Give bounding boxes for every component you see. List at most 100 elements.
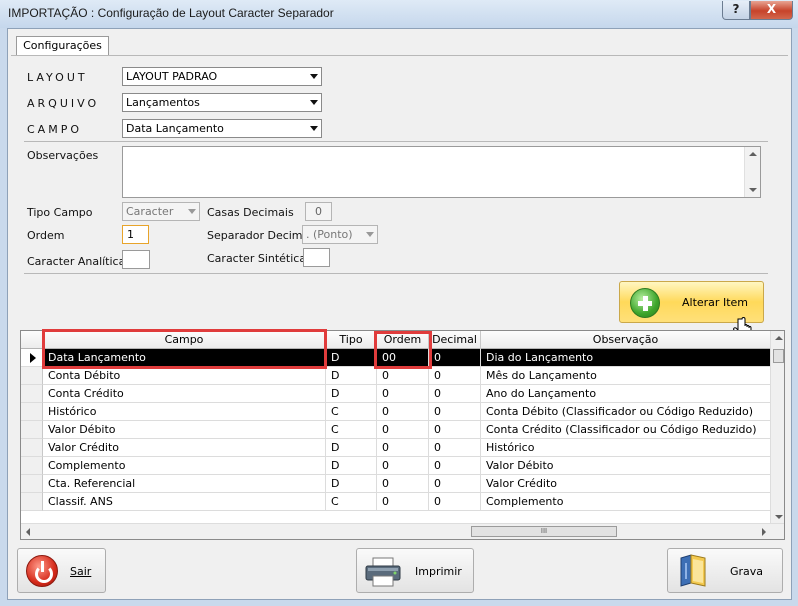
cell-ordem[interactable]: 0 [377, 439, 429, 457]
cell-decimal[interactable]: 0 [429, 421, 481, 439]
cell-campo[interactable]: Complemento [43, 457, 326, 475]
scroll-left-icon[interactable] [26, 528, 30, 536]
table-row[interactable]: Histórico C 0 0 Conta Débito (Classificador … [21, 403, 771, 421]
grid-vertical-scrollbar[interactable] [770, 331, 784, 523]
caracter-sintetica-field[interactable] [303, 248, 330, 267]
cell-observacao[interactable]: Conta Crédito (Classificador ou Código R… [481, 421, 771, 439]
cell-tipo[interactable]: C [326, 403, 377, 421]
cell-ordem[interactable]: 0 [377, 385, 429, 403]
cell-tipo[interactable]: D [326, 475, 377, 493]
cell-decimal[interactable]: 0 [429, 493, 481, 511]
cell-tipo[interactable]: D [326, 385, 377, 403]
cell-ordem[interactable]: 00 [377, 349, 429, 367]
observacoes-textarea[interactable] [122, 146, 761, 198]
campo-dropdown-icon [310, 126, 318, 131]
row-indicator[interactable] [21, 457, 43, 475]
cell-tipo[interactable]: C [326, 421, 377, 439]
arquivo-select[interactable]: Lançamentos [122, 93, 322, 112]
caracter-analitica-field[interactable] [122, 250, 150, 269]
scroll-down-icon[interactable] [749, 188, 757, 192]
cell-tipo[interactable]: D [326, 367, 377, 385]
table-row[interactable]: Valor Débito C 0 0 Conta Crédito (Classifica… [21, 421, 771, 439]
sair-button[interactable]: Sair [17, 548, 106, 593]
row-indicator[interactable] [21, 349, 43, 367]
cell-decimal[interactable]: 0 [429, 385, 481, 403]
campo-select-value: Data Lançamento [126, 122, 224, 135]
cell-ordem[interactable]: 0 [377, 403, 429, 421]
row-indicator[interactable] [21, 403, 43, 421]
separador-decimal-label: Separador Decimal [207, 229, 313, 242]
cell-observacao[interactable]: Valor Crédito [481, 475, 771, 493]
cell-decimal[interactable]: 0 [429, 457, 481, 475]
scroll-right-icon[interactable] [762, 528, 766, 536]
table-row[interactable]: Conta Débito D 0 0 Mês do Lançamento [21, 367, 771, 385]
scroll-down-icon[interactable] [775, 515, 783, 519]
scroll-thumb-horizontal[interactable]: III [471, 526, 617, 537]
cell-observacao[interactable]: Mês do Lançamento [481, 367, 771, 385]
row-indicator[interactable] [21, 367, 43, 385]
cell-campo[interactable]: Valor Crédito [43, 439, 326, 457]
tipo-campo-select[interactable]: Caracter [122, 202, 200, 221]
table-row[interactable]: Conta Crédito D 0 0 Ano do Lançamento [21, 385, 771, 403]
cell-campo[interactable]: Conta Crédito [43, 385, 326, 403]
cell-observacao[interactable]: Valor Débito [481, 457, 771, 475]
cell-observacao[interactable]: Complemento [481, 493, 771, 511]
cell-decimal[interactable]: 0 [429, 403, 481, 421]
cell-observacao[interactable]: Dia do Lançamento [481, 349, 771, 367]
grava-button[interactable]: Grava [667, 548, 783, 593]
tab-configuracoes[interactable]: Configurações [16, 36, 109, 56]
table-row[interactable]: Classif. ANS C 0 0 Complemento [21, 493, 771, 511]
grid-horizontal-scrollbar[interactable]: III [21, 523, 784, 539]
campos-grid[interactable]: Campo Tipo Ordem Decimal Observação Data… [20, 330, 785, 540]
grid-header-campo[interactable]: Campo [43, 331, 326, 349]
ordem-field[interactable]: 1 [122, 225, 149, 244]
casas-decimais-field[interactable]: 0 [305, 202, 332, 221]
cell-observacao[interactable]: Conta Débito (Classificador ou Código Re… [481, 403, 771, 421]
cell-tipo[interactable]: C [326, 493, 377, 511]
table-row[interactable]: Cta. Referencial D 0 0 Valor Crédito [21, 475, 771, 493]
grid-header-decimal[interactable]: Decimal [429, 331, 481, 349]
cell-campo[interactable]: Histórico [43, 403, 326, 421]
cell-ordem[interactable]: 0 [377, 493, 429, 511]
cell-ordem[interactable]: 0 [377, 457, 429, 475]
cell-tipo[interactable]: D [326, 439, 377, 457]
grid-header-ordem[interactable]: Ordem [377, 331, 429, 349]
scroll-up-icon[interactable] [749, 152, 757, 156]
layout-select[interactable]: LAYOUT PADRAO [122, 67, 322, 86]
cell-ordem[interactable]: 0 [377, 475, 429, 493]
table-row[interactable]: Data Lançamento D 00 0 Dia do Lançamento [21, 349, 771, 367]
cell-tipo[interactable]: D [326, 349, 377, 367]
table-row[interactable]: Valor Crédito D 0 0 Histórico [21, 439, 771, 457]
cell-observacao[interactable]: Histórico [481, 439, 771, 457]
row-indicator[interactable] [21, 439, 43, 457]
table-row[interactable]: Complemento D 0 0 Valor Débito [21, 457, 771, 475]
cell-campo[interactable]: Cta. Referencial [43, 475, 326, 493]
help-button[interactable]: ? [722, 1, 750, 20]
observacoes-scrollbar[interactable] [744, 147, 760, 197]
separador-decimal-select[interactable]: . (Ponto) [302, 225, 378, 244]
cell-ordem[interactable]: 0 [377, 421, 429, 439]
row-indicator[interactable] [21, 493, 43, 511]
cell-decimal[interactable]: 0 [429, 349, 481, 367]
cell-campo[interactable]: Valor Débito [43, 421, 326, 439]
cell-decimal[interactable]: 0 [429, 475, 481, 493]
ordem-label: Ordem [27, 229, 65, 242]
cell-decimal[interactable]: 0 [429, 439, 481, 457]
row-indicator[interactable] [21, 385, 43, 403]
cell-tipo[interactable]: D [326, 457, 377, 475]
cell-campo[interactable]: Conta Débito [43, 367, 326, 385]
cell-observacao[interactable]: Ano do Lançamento [481, 385, 771, 403]
cell-campo[interactable]: Classif. ANS [43, 493, 326, 511]
scroll-thumb[interactable] [773, 349, 784, 363]
grid-header-observacao[interactable]: Observação [481, 331, 771, 349]
cell-decimal[interactable]: 0 [429, 367, 481, 385]
scroll-up-icon[interactable] [775, 336, 783, 340]
close-button[interactable]: X [750, 1, 793, 20]
row-indicator[interactable] [21, 421, 43, 439]
row-indicator[interactable] [21, 475, 43, 493]
campo-select[interactable]: Data Lançamento [122, 119, 322, 138]
cell-campo[interactable]: Data Lançamento [43, 349, 326, 367]
grid-header-tipo[interactable]: Tipo [326, 331, 377, 349]
imprimir-button[interactable]: Imprimir [356, 548, 474, 593]
cell-ordem[interactable]: 0 [377, 367, 429, 385]
